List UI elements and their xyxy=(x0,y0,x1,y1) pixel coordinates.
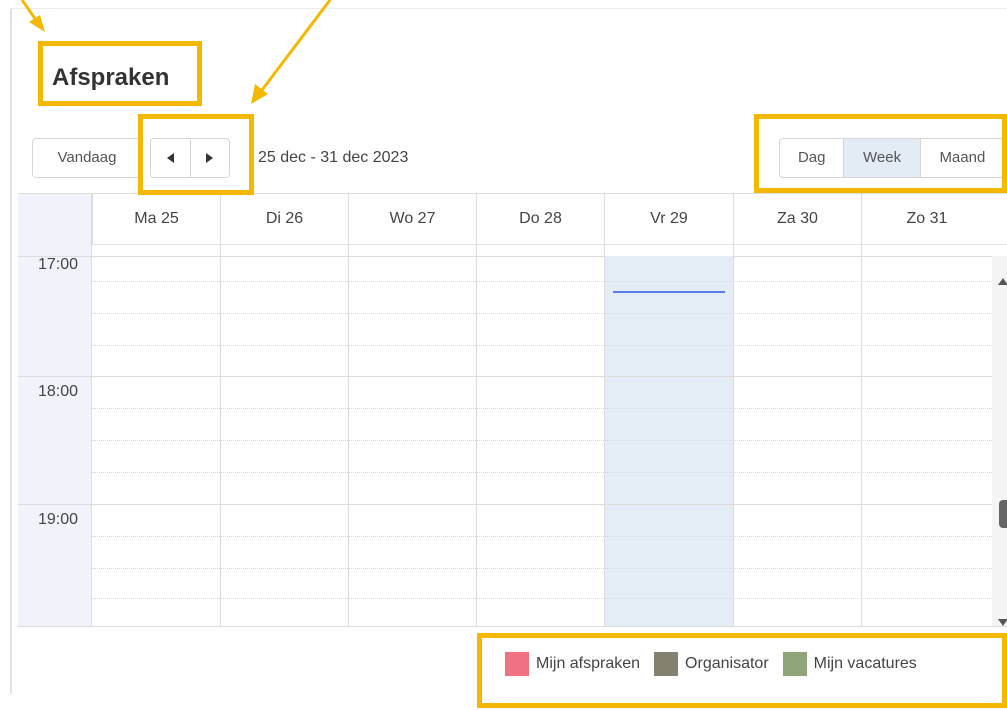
all-day-row[interactable] xyxy=(92,244,1007,245)
time-label-17: 17:00 xyxy=(38,256,79,273)
scroll-down-arrow-icon[interactable] xyxy=(998,619,1007,626)
slot-line xyxy=(92,281,992,282)
arrow-to-title xyxy=(20,0,45,32)
week-calendar: Ma 25 Di 26 Wo 27 Do 28 Vr 29 Za 30 Zo 3… xyxy=(18,193,1007,627)
slot-line xyxy=(92,598,992,599)
slot-line xyxy=(92,472,992,473)
page-left-border xyxy=(10,8,12,694)
time-label-18: 18:00 xyxy=(38,383,79,400)
time-label-19: 19:00 xyxy=(38,511,79,528)
vertical-scrollbar[interactable] xyxy=(992,256,1007,626)
page-top-border xyxy=(10,8,1007,9)
slot-line xyxy=(92,568,992,569)
day-header-thu[interactable]: Do 28 xyxy=(476,194,604,244)
current-time-indicator xyxy=(613,291,725,293)
day-divider xyxy=(348,194,349,626)
day-divider xyxy=(733,194,734,626)
hour-line xyxy=(18,376,992,377)
today-column[interactable] xyxy=(604,256,733,626)
day-header-sat[interactable]: Za 30 xyxy=(733,194,861,244)
today-button[interactable]: Vandaag xyxy=(32,138,142,178)
day-header-wed[interactable]: Wo 27 xyxy=(348,194,476,244)
slot-line xyxy=(92,345,992,346)
hour-line xyxy=(18,504,992,505)
day-header-fri[interactable]: Vr 29 xyxy=(604,194,733,244)
highlight-box-navigation xyxy=(138,114,254,195)
slot-line xyxy=(92,408,992,409)
day-header-mon[interactable]: Ma 25 xyxy=(92,194,220,244)
highlight-box-title xyxy=(38,41,202,106)
day-divider xyxy=(604,194,605,626)
scroll-up-arrow-icon[interactable] xyxy=(998,278,1007,285)
day-header-sun[interactable]: Zo 31 xyxy=(861,194,992,244)
highlight-box-legend xyxy=(477,633,1007,708)
slot-line xyxy=(92,313,992,314)
day-divider xyxy=(861,194,862,626)
day-header-tue[interactable]: Di 26 xyxy=(220,194,348,244)
arrow-to-navigation xyxy=(251,0,332,104)
day-divider xyxy=(476,194,477,626)
header-divider xyxy=(18,256,1007,257)
date-range-label: 25 dec - 31 dec 2023 xyxy=(258,149,409,166)
scrollbar-thumb[interactable] xyxy=(999,500,1007,528)
slot-line xyxy=(92,536,992,537)
day-divider xyxy=(220,194,221,626)
highlight-box-view-switcher xyxy=(754,114,1007,193)
slot-line xyxy=(92,440,992,441)
